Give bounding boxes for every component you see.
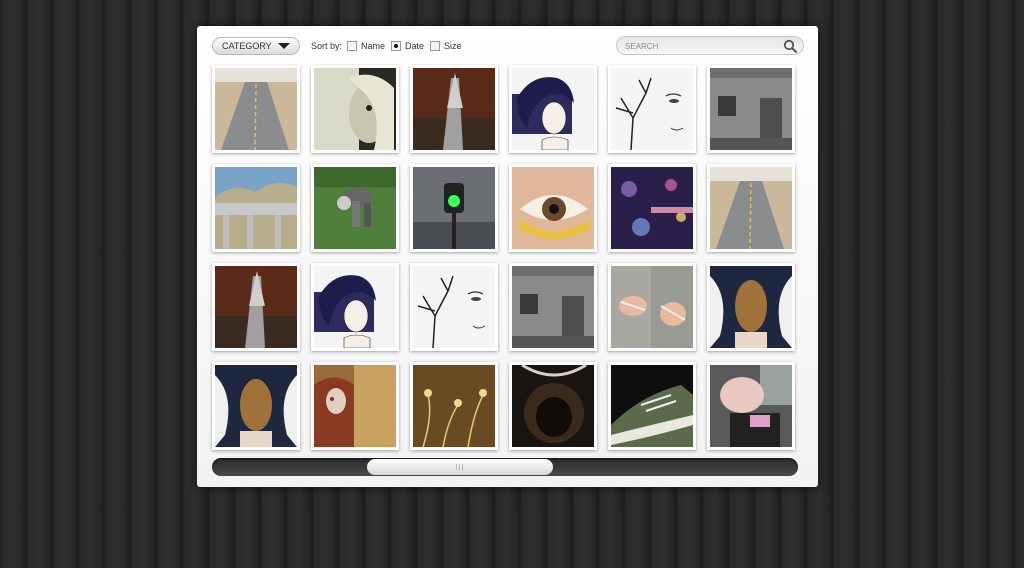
- search-input[interactable]: [625, 40, 775, 52]
- sort-date-checkbox[interactable]: [391, 41, 402, 51]
- sort-date-label: Date: [405, 41, 425, 51]
- search-icon[interactable]: [783, 39, 797, 53]
- thumbnail-tree-sketch-2[interactable]: [410, 263, 498, 351]
- bridge-image: [215, 167, 297, 249]
- thumbnail-eye[interactable]: [509, 164, 597, 252]
- horizontal-scrollbar[interactable]: [212, 458, 798, 476]
- rusty-spike-image: [413, 68, 495, 150]
- thumbnail-pale-woman[interactable]: [311, 65, 399, 153]
- road-image-2: [710, 167, 792, 249]
- thumbnail-man-grass[interactable]: [311, 164, 399, 252]
- scrollbar-thumb[interactable]: [367, 459, 553, 475]
- brick-woman-image: [314, 365, 396, 447]
- grip-icon: [456, 464, 464, 470]
- angel-image-2: [215, 365, 297, 447]
- car-person-image: [710, 365, 792, 447]
- sort-bar: Sort by: Name Date Size: [311, 39, 468, 53]
- chevron-down-icon: [278, 43, 290, 49]
- ruined-wall-image: [710, 68, 792, 150]
- sort-name-checkbox[interactable]: [347, 41, 358, 51]
- category-dropdown[interactable]: CATEGORY: [212, 37, 300, 55]
- thumbnail-road-2[interactable]: [707, 164, 795, 252]
- sort-option-size[interactable]: Size: [430, 41, 462, 51]
- thumbnail-road[interactable]: [212, 65, 300, 153]
- dark-hood-image: [512, 365, 594, 447]
- thumbnail-angel-2[interactable]: [212, 362, 300, 450]
- traffic-light-image: [413, 167, 495, 249]
- thumbnail-car-person[interactable]: [707, 362, 795, 450]
- floral-image: [413, 365, 495, 447]
- road-image: [215, 68, 297, 150]
- thumbnail-ripped-jeans[interactable]: [608, 263, 696, 351]
- thumbnail-rusty-spike[interactable]: [410, 65, 498, 153]
- thumbnail-bridge[interactable]: [212, 164, 300, 252]
- thumbnail-angel[interactable]: [707, 263, 795, 351]
- thumbnail-ruined-wall-2[interactable]: [509, 263, 597, 351]
- tree-sketch-image: [611, 68, 693, 150]
- angel-image: [710, 266, 792, 348]
- thumbnail-bokeh-city[interactable]: [608, 164, 696, 252]
- thumbnail-floral[interactable]: [410, 362, 498, 450]
- sort-name-label: Name: [361, 41, 386, 51]
- eye-image: [512, 167, 594, 249]
- thumbnail-swirl-hair[interactable]: [509, 65, 597, 153]
- swirl-hair-image-2: [314, 266, 396, 348]
- rusty-spike-image-2: [215, 266, 297, 348]
- sort-by-label: Sort by:: [311, 41, 343, 51]
- thumbnail-rusty-spike-2[interactable]: [212, 263, 300, 351]
- swirl-hair-image: [512, 68, 594, 150]
- ruined-wall-image-2: [512, 266, 594, 348]
- man-grass-image: [314, 167, 396, 249]
- sort-size-label: Size: [444, 41, 462, 51]
- sort-size-checkbox[interactable]: [430, 41, 441, 51]
- thumbnail-ruined-wall[interactable]: [707, 65, 795, 153]
- category-label: CATEGORY: [222, 41, 272, 51]
- sort-option-name[interactable]: Name: [347, 41, 385, 51]
- thumbnail-swirl-hair-2[interactable]: [311, 263, 399, 351]
- thumbnail-tree-sketch[interactable]: [608, 65, 696, 153]
- ripped-jeans-image: [611, 266, 693, 348]
- pale-woman-image: [314, 68, 396, 150]
- sneaker-image: [611, 365, 693, 447]
- gallery-panel: CATEGORY Sort by: Name Date Size: [197, 26, 818, 487]
- bokeh-city-image: [611, 167, 693, 249]
- sort-option-date[interactable]: Date: [391, 41, 424, 51]
- tree-sketch-image-2: [413, 266, 495, 348]
- search-box: [616, 36, 804, 55]
- thumbnail-traffic-light[interactable]: [410, 164, 498, 252]
- thumbnail-brick-woman[interactable]: [311, 362, 399, 450]
- thumbnail-grid: [212, 65, 795, 450]
- thumbnail-sneaker[interactable]: [608, 362, 696, 450]
- thumbnail-dark-hood[interactable]: [509, 362, 597, 450]
